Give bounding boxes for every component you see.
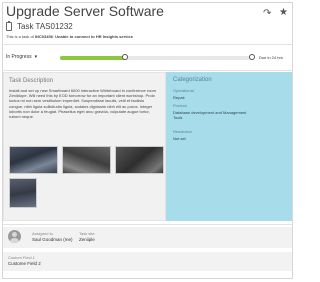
assignment-row: Assigned to Saul Goodman (me) Task site … <box>3 227 292 248</box>
attachment-list <box>9 146 164 174</box>
clipboard-icon <box>6 20 12 31</box>
parent-incident-link[interactable]: INC03456 <box>35 34 53 39</box>
assigned-to-value[interactable]: Saul Goodman (me) <box>32 237 73 242</box>
section-heading: Categorization <box>173 77 212 83</box>
parent-incident-line: This is a task of INC03456: Unable to co… <box>6 34 133 39</box>
due-label: Due in 24 hrs <box>259 55 283 60</box>
field-value: Database development and Management Tool… <box>173 110 247 121</box>
parent-incident-title[interactable]: Unable to connect to HR Insights service <box>55 34 133 39</box>
divider <box>2 224 293 225</box>
section-heading: Task Description <box>9 78 54 84</box>
progress-fill <box>60 56 126 60</box>
attachment-thumbnail[interactable] <box>115 146 164 174</box>
field-value: Repair <box>173 95 185 100</box>
assigned-to-label: Assigned to <box>32 231 53 236</box>
progress-end-handle[interactable] <box>249 54 255 60</box>
custom-field-row: Custom Field 1 Custome Field 2 <box>3 252 292 271</box>
attachment-thumbnail[interactable] <box>62 146 111 174</box>
field-label: Product <box>173 103 187 108</box>
divider <box>2 70 293 71</box>
progress-handle[interactable] <box>122 54 129 60</box>
divider <box>2 44 293 45</box>
task-id: Task TAS01232 <box>17 21 73 31</box>
page-title: Upgrade Server Software <box>6 3 164 19</box>
avatar <box>8 230 21 243</box>
task-site-value[interactable]: Zeniiple <box>79 237 95 242</box>
star-icon[interactable]: ★ <box>279 7 288 18</box>
custom-field-label: Custom Field 1 <box>8 255 35 260</box>
status-dropdown[interactable]: In Progress ▾ <box>6 54 37 60</box>
field-label: Resolution <box>173 129 192 134</box>
custom-field-value: Custome Field 2 <box>8 261 41 266</box>
share-icon[interactable]: ↷ <box>263 8 271 19</box>
status-label: In Progress <box>6 54 32 60</box>
progress-slider[interactable] <box>60 54 255 60</box>
categorization-panel: Categorization Operational Repair Produc… <box>166 72 292 221</box>
attachment-thumbnail[interactable] <box>9 178 37 208</box>
task-description-panel: Task Description Install and set up new … <box>3 72 166 221</box>
task-id-line: Task TAS01232 <box>6 20 73 32</box>
chevron-down-icon: ▾ <box>34 54 38 60</box>
task-site-label: Task site <box>79 231 95 236</box>
attachment-thumbnail[interactable] <box>9 146 58 174</box>
field-label: Operational <box>173 88 194 93</box>
description-text: Install and set up new Smartboard 6000 i… <box>9 88 156 120</box>
field-value: Not set <box>173 136 186 141</box>
